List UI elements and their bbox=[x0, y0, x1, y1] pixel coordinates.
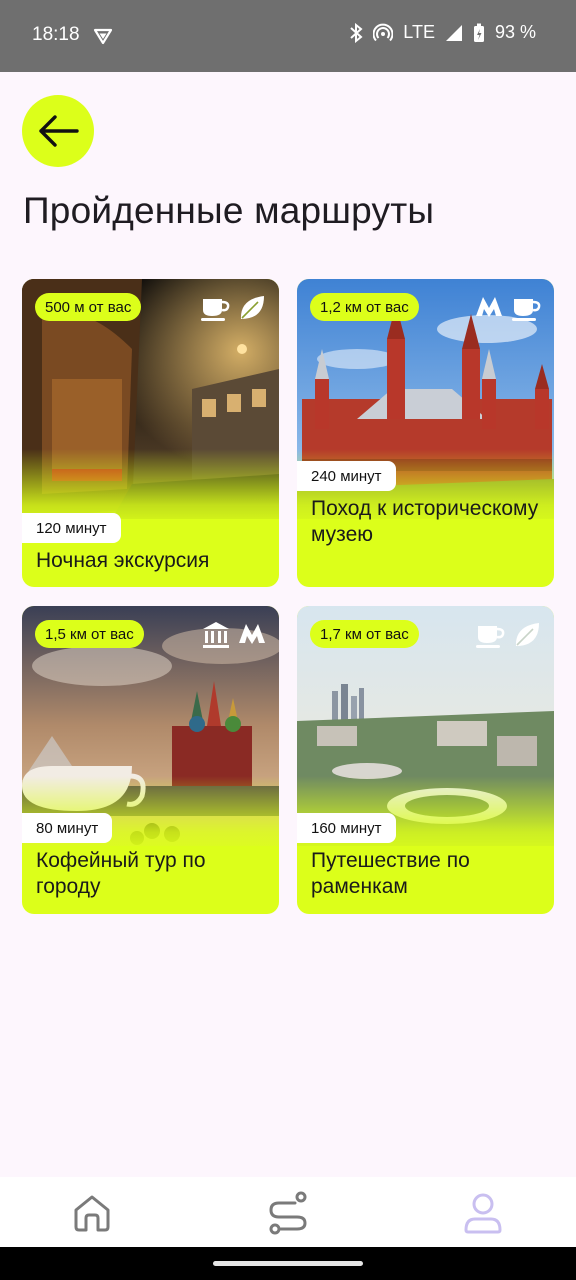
duration-badge: 80 минут bbox=[22, 813, 113, 843]
nav-routes[interactable] bbox=[266, 1191, 310, 1235]
back-button[interactable] bbox=[22, 95, 94, 167]
route-card-ramenki-trip[interactable]: 1,7 км от вас 160 минут Путешествие по р… bbox=[297, 606, 554, 914]
category-icons bbox=[475, 294, 541, 322]
route-card-coffee-tour[interactable]: 1,5 км от вас 80 минут Кофейный тур по г… bbox=[22, 606, 279, 914]
coffee-cup-icon bbox=[201, 299, 230, 321]
category-icons bbox=[202, 621, 266, 649]
coffee-cup-icon bbox=[512, 299, 541, 321]
distance-badge: 1,5 км от вас bbox=[35, 620, 144, 648]
duration-badge: 240 минут bbox=[297, 461, 396, 491]
coffee-cup-icon bbox=[476, 626, 505, 648]
route-card-night-excursion[interactable]: 500 м от вас 120 минут Ночная экскурсия bbox=[22, 279, 279, 587]
leaf-icon bbox=[240, 296, 264, 319]
metro-icon bbox=[476, 297, 502, 317]
distance-badge: 1,7 км от вас bbox=[310, 620, 419, 648]
route-title: Ночная экскурсия bbox=[36, 549, 210, 572]
signal-icon bbox=[445, 24, 462, 41]
status-time: 18:18 bbox=[32, 24, 80, 45]
gesture-bar bbox=[0, 1247, 576, 1280]
bluetooth-icon bbox=[350, 22, 363, 43]
category-icons bbox=[475, 621, 541, 649]
duration-badge: 160 минут bbox=[297, 813, 396, 843]
status-bar: 18:18 LTE 93 % bbox=[0, 0, 576, 72]
route-icon bbox=[269, 1191, 307, 1235]
profile-icon bbox=[464, 1193, 502, 1234]
bottom-navigation bbox=[0, 1177, 576, 1247]
arrow-left-icon bbox=[39, 115, 79, 147]
museum-icon bbox=[203, 622, 229, 648]
nav-home[interactable] bbox=[70, 1191, 114, 1235]
page-title: Пройденные маршруты bbox=[23, 190, 435, 231]
metro-icon bbox=[239, 624, 265, 644]
distance-badge: 1,2 км от вас bbox=[310, 293, 419, 321]
duration-badge: 120 минут bbox=[22, 513, 121, 543]
distance-badge: 500 м от вас bbox=[35, 293, 142, 321]
battery-icon bbox=[473, 23, 484, 42]
route-title: Путешествие по раменкам bbox=[311, 849, 470, 898]
route-card-history-museum[interactable]: 1,2 км от вас 240 минут Поход к историче… bbox=[297, 279, 554, 587]
hotspot-icon bbox=[373, 23, 394, 41]
route-title: Кофейный тур по городу bbox=[36, 849, 206, 898]
battery-level: 93 % bbox=[494, 22, 536, 42]
network-type: LTE bbox=[403, 22, 435, 42]
vpn-icon bbox=[93, 28, 113, 45]
nav-profile[interactable] bbox=[461, 1191, 505, 1235]
leaf-icon bbox=[515, 623, 539, 646]
route-title: Поход к историческому музею bbox=[311, 497, 539, 546]
category-icons bbox=[200, 294, 266, 322]
home-icon bbox=[74, 1195, 110, 1232]
home-indicator[interactable] bbox=[213, 1261, 363, 1266]
